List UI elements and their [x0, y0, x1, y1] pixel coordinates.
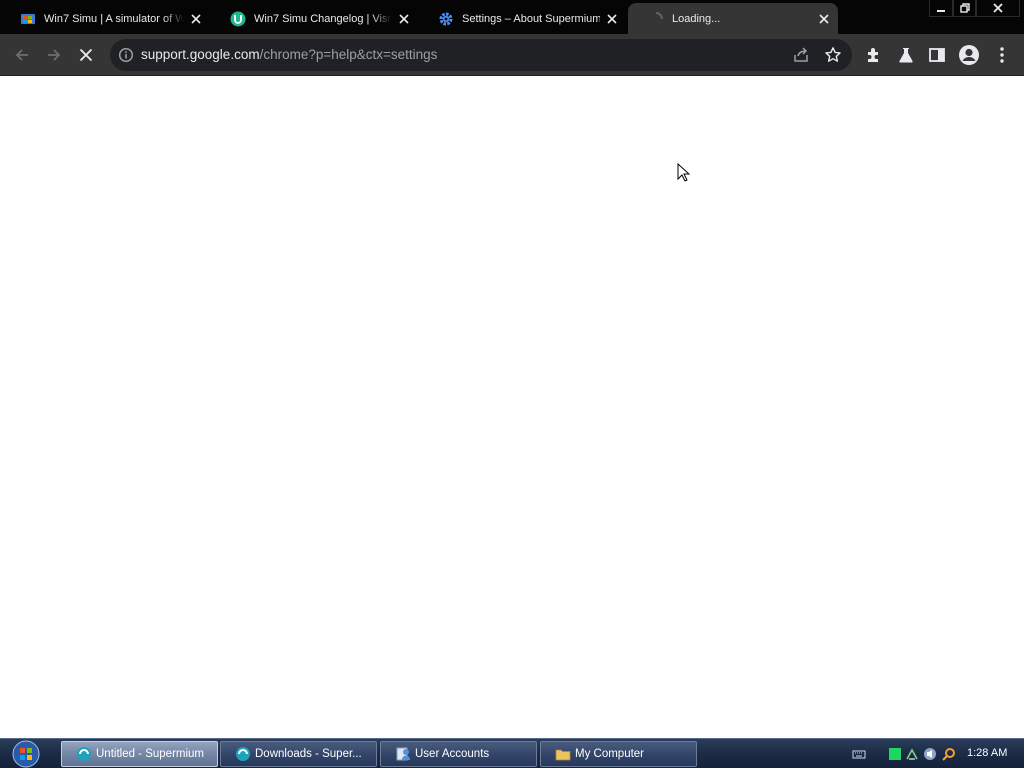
taskbar-item-untitled-supermium[interactable]: Untitled - Supermium	[61, 741, 218, 767]
search-icon[interactable]	[942, 747, 956, 761]
keyboard-icon[interactable]	[852, 747, 866, 761]
minimize-button[interactable]	[929, 0, 953, 17]
folder-icon	[555, 749, 571, 761]
flask-icon	[899, 48, 913, 63]
user-accounts-icon	[396, 747, 410, 761]
info-icon[interactable]	[118, 47, 134, 63]
minimize-icon	[937, 10, 945, 12]
labs-button[interactable]	[891, 40, 921, 70]
taskbar-item-label: User Accounts	[415, 748, 490, 760]
taskbar-item-my-computer[interactable]: My Computer	[540, 741, 697, 767]
close-icon[interactable]	[396, 11, 412, 27]
tab-changelog[interactable]: Win7 Simu Changelog | Visnalize	[210, 3, 418, 34]
kebab-menu-icon	[1000, 47, 1004, 63]
browser-toolbar: support.google.com/chrome?p=help&ctx=set…	[0, 34, 1024, 76]
restore-icon	[959, 3, 970, 13]
arrow-right-icon	[48, 49, 61, 61]
window-close-button[interactable]	[976, 0, 1020, 17]
tab-loading[interactable]: Loading...	[628, 3, 838, 34]
address-bar[interactable]: support.google.com/chrome?p=help&ctx=set…	[110, 39, 852, 71]
stop-loading-button[interactable]	[71, 40, 101, 70]
tab-title: Loading...	[672, 12, 721, 25]
taskbar-item-downloads-supermium[interactable]: Downloads - Super...	[220, 741, 377, 767]
tab-settings[interactable]: Settings – About Supermium	[418, 3, 626, 34]
status-square-icon[interactable]	[888, 747, 902, 761]
tab-strip: Win7 Simu | A simulator of Windows 7 Win…	[0, 0, 1024, 34]
screen: Win7 Simu | A simulator of Windows 7 Win…	[0, 0, 1024, 768]
system-tray: 1:28 AM	[848, 739, 1024, 768]
tab-title: Settings – About Supermium	[462, 12, 600, 25]
gear-icon	[438, 11, 454, 27]
arrow-left-icon	[15, 49, 28, 61]
u-logo-favicon	[230, 11, 246, 27]
mouse-pointer-icon	[677, 163, 690, 182]
url-host: support.google.com	[141, 47, 260, 62]
taskbar-item-user-accounts[interactable]: User Accounts	[380, 741, 537, 767]
side-panel-button[interactable]	[922, 40, 952, 70]
profile-button[interactable]	[954, 40, 984, 70]
forward-button[interactable]	[39, 40, 69, 70]
taskbar-item-label: Untitled - Supermium	[96, 748, 205, 760]
clock[interactable]: 1:28 AM	[967, 747, 1007, 759]
share-icon[interactable]	[792, 46, 810, 64]
side-panel-icon	[929, 48, 945, 62]
menu-button[interactable]	[987, 40, 1017, 70]
windows-orb-icon	[12, 740, 40, 768]
taskbar: Untitled - Supermium Downloads - Super..…	[0, 738, 1024, 768]
supermium-icon	[236, 747, 250, 761]
start-button[interactable]	[6, 740, 46, 768]
loading-favicon	[648, 11, 664, 27]
url-text[interactable]: support.google.com/chrome?p=help&ctx=set…	[141, 47, 437, 62]
extensions-button[interactable]	[859, 40, 889, 70]
restore-button[interactable]	[953, 0, 976, 17]
network-icon[interactable]	[905, 747, 919, 761]
tab-title: Win7 Simu Changelog | Visnalize	[254, 12, 392, 25]
volume-icon[interactable]	[923, 747, 937, 761]
tab-title: Win7 Simu | A simulator of Windows 7	[44, 12, 184, 25]
page-content[interactable]	[0, 77, 1024, 737]
supermium-icon	[77, 747, 91, 761]
close-icon[interactable]	[604, 11, 620, 27]
close-icon	[993, 3, 1003, 13]
close-icon[interactable]	[816, 11, 832, 27]
url-path: /chrome?p=help&ctx=settings	[259, 47, 438, 62]
taskbar-item-label: My Computer	[575, 748, 645, 760]
tab-win7-simu[interactable]: Win7 Simu | A simulator of Windows 7	[0, 3, 210, 34]
puzzle-icon	[868, 48, 878, 62]
close-icon[interactable]	[188, 11, 204, 27]
win7-simu-favicon	[20, 11, 36, 27]
avatar-icon	[959, 45, 979, 65]
bookmark-star-icon[interactable]	[824, 46, 842, 64]
close-icon	[79, 48, 93, 62]
back-button[interactable]	[7, 40, 37, 70]
taskbar-item-label: Downloads - Super...	[255, 748, 362, 760]
